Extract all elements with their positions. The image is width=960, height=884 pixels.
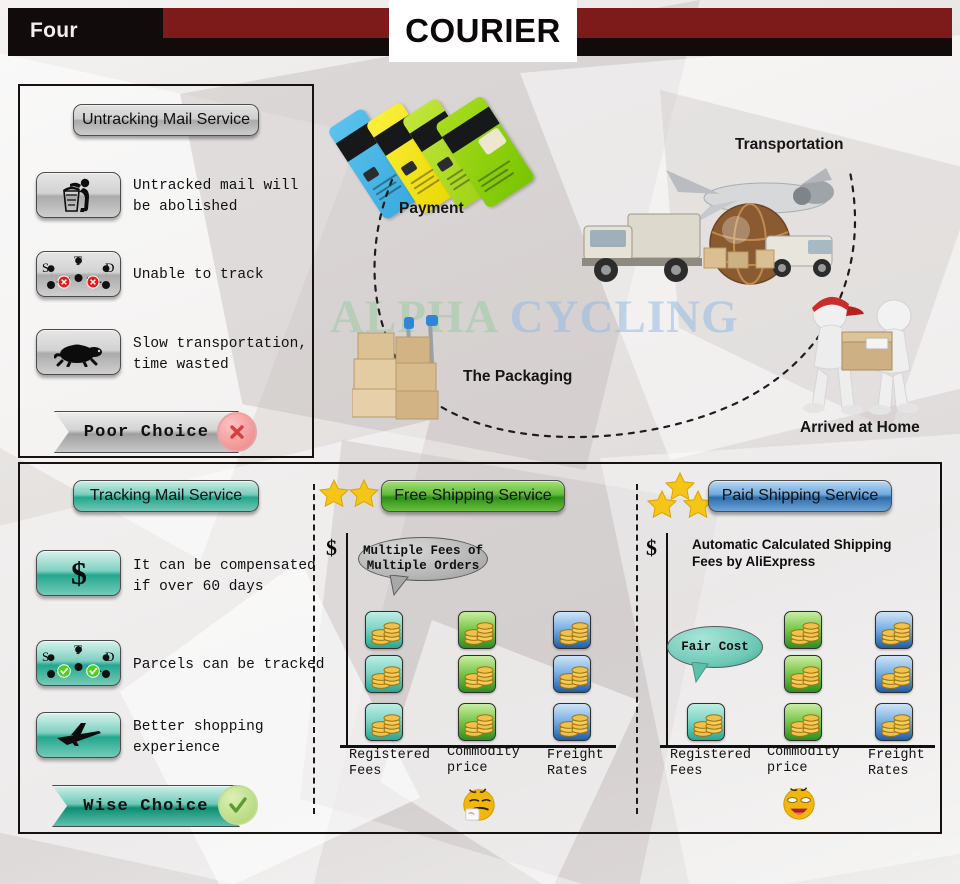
coin-stack-icon (365, 655, 403, 693)
van-graphic (765, 235, 833, 277)
cross-icon (230, 425, 244, 439)
payment-label: Payment (399, 200, 464, 217)
tracking-path-blocked-icon: S T D (39, 253, 118, 294)
header-right-red-band (634, 8, 952, 38)
coin-stack-icon (553, 703, 591, 741)
page-header: Four COURIER (0, 0, 960, 62)
svg-text:$: $ (71, 556, 87, 590)
stacked-boxes-graphic (352, 332, 439, 420)
fair-cost-bubble: Fair Cost (667, 626, 763, 668)
free-shipping-xtick-0: Registered Fees (349, 748, 431, 779)
turtle-icon (53, 344, 102, 367)
free-shipping-y-axis (346, 533, 348, 748)
untracking-heading-pill: Untracking Mail Service (73, 104, 259, 136)
paid-shipping-xtick-1: Commodity price (767, 745, 840, 776)
coin-stack-icon (875, 703, 913, 741)
delivery-handoff-illustration (803, 296, 919, 415)
trash-bin-icon-tile (36, 172, 121, 218)
airplane-icon (56, 723, 101, 746)
check-icon-badge (218, 785, 258, 825)
paid-shipping-heading-text: Paid Shipping Service (721, 487, 879, 504)
untracking-row-0-text: Untracked mail will be abolished (133, 178, 299, 215)
coin-stack-icon (875, 655, 913, 693)
coin-stack-icon (553, 611, 591, 649)
paid-shipping-note: Automatic Calculated Shipping Fees by Al… (692, 537, 892, 569)
tracking-heading-text: Tracking Mail Service (89, 487, 243, 504)
coin-stack-icon (784, 611, 822, 649)
tracking-path-ok-icon-tile: S T D (36, 640, 121, 686)
handoff-box-graphic (841, 331, 893, 371)
paid-shipping-axis-symbol: $ (646, 535, 657, 560)
free-shipping-xtick-1: Commodity price (447, 745, 520, 776)
infographic-page: Four COURIER ALPHA CYCLING Payment Trans… (0, 0, 960, 884)
poor-choice-banner: Poor Choice (54, 411, 239, 453)
coin-stack-icon (458, 703, 496, 741)
paid-shipping-xtick-2: Freight Rates (868, 748, 925, 779)
check-icon (229, 797, 247, 813)
dollar-sign-icon-tile: $ (36, 550, 121, 596)
cross-icon-badge (217, 412, 257, 452)
untracking-row-2-text: Slow transportation, time wasted (133, 336, 308, 373)
happy-emoji (783, 787, 815, 820)
dollar-sign-icon: $ (71, 556, 87, 590)
coin-stack-icon (365, 703, 403, 741)
sad-emoji (463, 788, 495, 821)
page-title-text: COURIER (405, 12, 561, 49)
free-shipping-heading-text: Free Shipping Service (394, 487, 552, 504)
tracking-heading-pill: Tracking Mail Service (73, 480, 259, 512)
column-divider-2 (636, 484, 638, 814)
poor-choice-text: Poor Choice (83, 422, 210, 442)
coin-stack-icon (458, 611, 496, 649)
untracking-heading-text: Untracking Mail Service (81, 111, 251, 128)
multiple-fees-bubble-text: Multiple Fees of Multiple Orders (362, 544, 484, 573)
coin-stack-icon (875, 611, 913, 649)
free-shipping-heading-pill: Free Shipping Service (381, 480, 565, 512)
multiple-fees-bubble: Multiple Fees of Multiple Orders (358, 537, 488, 581)
tracking-path-blocked-icon-tile: S T D (36, 251, 121, 297)
paid-shipping-xtick-0: Registered Fees (670, 748, 752, 779)
free-shipping-xtick-2: Freight Rates (547, 748, 604, 779)
section-number-label: Four (30, 19, 78, 42)
coin-stack-icon (553, 655, 591, 693)
airplane-icon-tile (36, 712, 121, 758)
tracking-path-ok-icon: S T D (39, 642, 118, 683)
trash-bin-icon (62, 178, 89, 212)
coin-stack-icon (458, 655, 496, 693)
tracking-row-1-text: Parcels can be tracked (133, 657, 325, 673)
page-title: COURIER (389, 0, 577, 62)
coin-stack-icon (365, 611, 403, 649)
paid-shipping-heading-pill: Paid Shipping Service (708, 480, 892, 512)
coin-stack-icon (784, 655, 822, 693)
truck-graphic (582, 213, 702, 282)
free-shipping-axis-symbol: $ (326, 535, 337, 560)
column-divider-1 (313, 484, 315, 814)
coin-stack-icon (687, 703, 725, 741)
tracking-row-2-text: Better shopping experience (133, 719, 264, 756)
fair-cost-bubble-text: Fair Cost (681, 639, 749, 654)
free-shipping-rating-stars (318, 478, 380, 508)
tracking-row-0-text: It can be compensated if over 60 days (133, 558, 316, 595)
untracking-row-1-text: Unable to track (133, 267, 264, 283)
multiple-fees-bubble-tail (389, 575, 409, 597)
fair-cost-bubble-tail (691, 662, 709, 684)
coin-stack-icon (784, 703, 822, 741)
wise-choice-text: Wise Choice (83, 796, 209, 816)
turtle-icon-tile (36, 329, 121, 375)
packages-handtruck-illustration (352, 315, 439, 420)
wise-choice-banner: Wise Choice (52, 785, 240, 827)
